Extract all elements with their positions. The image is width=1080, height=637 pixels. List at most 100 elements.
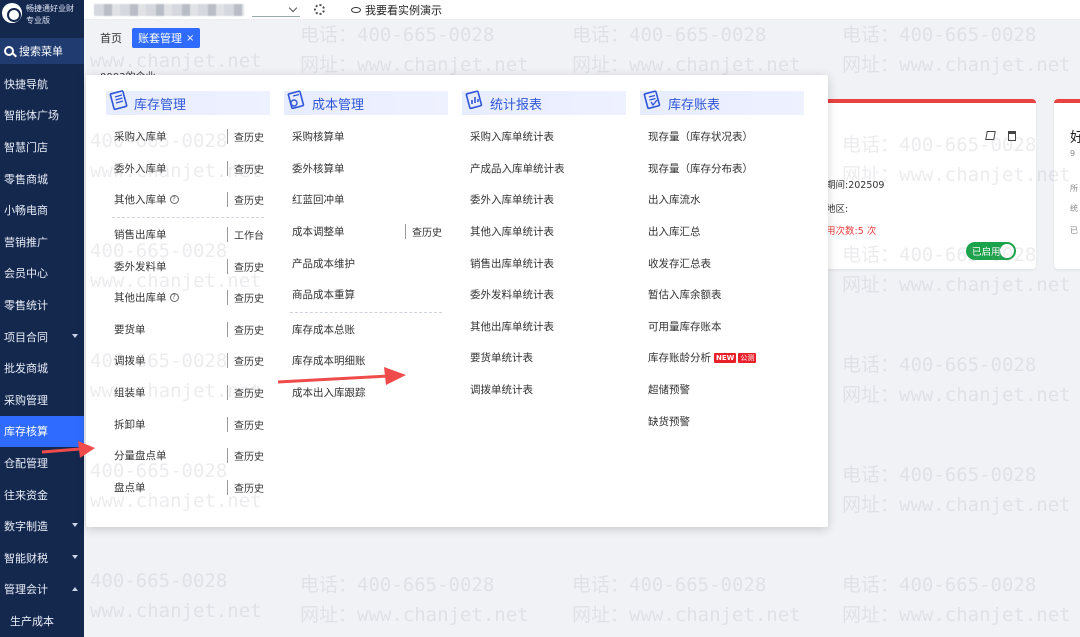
menu-item[interactable]: 现存量（库存状况表） [640, 121, 804, 153]
menu-item[interactable]: 拆卸单 查历史 [106, 408, 270, 440]
menu-item[interactable]: 暂估入库余额表 [640, 279, 804, 311]
menu-col-statistics-reports: 统计报表 采购入库单统计表 产成品入库单统计表 委外入库单统计表 其他入库单统计… [462, 90, 626, 406]
watermark-phone: 电话：400-665-0028 [300, 574, 495, 596]
caret-up-icon [72, 586, 78, 591]
menu-item[interactable]: 超储预警 [640, 374, 804, 406]
menu-item[interactable]: 盘点单 查历史 [106, 472, 270, 504]
sidebar-item-management-accounting[interactable]: 管理会计 [0, 574, 84, 606]
menu-item[interactable]: 委外核算单 [284, 153, 448, 185]
menu-item[interactable]: 红蓝回冲单 [284, 184, 448, 216]
sidebar-item-warehouse[interactable]: 仓配管理 [0, 447, 84, 479]
menu-item[interactable]: 缺货预警 [640, 405, 804, 437]
menu-item[interactable]: 其他入库单统计表 [462, 216, 626, 248]
history-link[interactable]: 查历史 [227, 290, 264, 306]
close-icon[interactable]: × [186, 33, 194, 44]
menu-item[interactable]: 产品成本维护 [284, 247, 448, 279]
menu-item[interactable]: 组装单 查历史 [106, 377, 270, 409]
sidebar-item-digital-manufacturing[interactable]: 数字制造 [0, 510, 84, 542]
sidebar-item-agent-plaza[interactable]: 智能体广场 [0, 100, 84, 132]
sidebar-item-smart-tax[interactable]: 智能财税 [0, 542, 84, 574]
menu-item[interactable]: 现存量（库存分布表） [640, 153, 804, 185]
menu-item[interactable]: 其他入库单? 查历史 [106, 184, 270, 216]
menu-item-label: 其他入库单 [114, 194, 167, 207]
sidebar-item-project-contract[interactable]: 项目合同 [0, 321, 84, 353]
divider [112, 216, 264, 218]
col-header: 统计报表 [462, 90, 626, 115]
history-link[interactable]: 查历史 [405, 224, 442, 240]
history-link[interactable]: 查历史 [227, 258, 264, 274]
sidebar-item-quick-nav[interactable]: 快捷导航 [0, 68, 84, 100]
sidebar-item-inventory-accounting[interactable]: 库存核算 [0, 415, 84, 448]
menu-item[interactable]: 成本调整单 查历史 [284, 216, 448, 248]
menu-item[interactable]: 采购核算单 [284, 121, 448, 153]
history-link[interactable]: 查历史 [227, 321, 264, 337]
history-link[interactable]: 查历史 [227, 416, 264, 432]
menu-item[interactable]: 库存成本明细账 [284, 345, 448, 377]
tab-account-management[interactable]: 账套管理 × [132, 28, 201, 48]
menu-item-label: 库存账龄分析 [648, 352, 711, 365]
menu-item[interactable]: 委外发料单统计表 [462, 279, 626, 311]
menu-item[interactable]: 库存账龄分析 NEW 公测 [640, 342, 804, 374]
history-link[interactable]: 查历史 [227, 385, 264, 401]
account-selector[interactable] [252, 3, 300, 17]
sidebar-item-production-cost[interactable]: 生产成本 [0, 605, 84, 637]
menu-item[interactable]: 库存成本总账 [284, 314, 448, 346]
menu-item[interactable]: 委外入库单统计表 [462, 184, 626, 216]
sidebar-item-label: 智能财税 [4, 551, 48, 565]
menu-item[interactable]: 成本出入库跟踪 [284, 377, 448, 409]
menu-item[interactable]: 可用量库存账本 [640, 311, 804, 343]
account-name-blurred [94, 3, 244, 16]
search-menu-button[interactable]: 搜索菜单 [0, 38, 84, 64]
menu-item[interactable]: 采购入库单 查历史 [106, 121, 270, 153]
sidebar-item-purchase[interactable]: 采购管理 [0, 384, 84, 416]
history-link[interactable]: 查历史 [227, 192, 264, 208]
menu-item[interactable]: 委外入库单 查历史 [106, 153, 270, 185]
sidebar-item-funds[interactable]: 往来资金 [0, 479, 84, 511]
sidebar-item-ecommerce[interactable]: 小畅电商 [0, 194, 84, 226]
history-link[interactable]: 查历史 [227, 129, 264, 145]
help-icon[interactable]: ? [169, 195, 179, 205]
menu-item[interactable]: 销售出库单统计表 [462, 247, 626, 279]
sidebar-item-member-center[interactable]: 会员中心 [0, 258, 84, 290]
enabled-toggle[interactable]: 已启用 [966, 242, 1016, 260]
menu-item[interactable]: 出入库流水 [640, 184, 804, 216]
history-link[interactable]: 查历史 [227, 353, 264, 369]
menu-item[interactable]: 销售出库单 工作台 [106, 219, 270, 251]
menu-item[interactable]: 分量盘点单 查历史 [106, 440, 270, 472]
card2-line3: 统 [1070, 204, 1078, 213]
gear-icon[interactable] [314, 4, 325, 15]
menu-item-label: 采购入库单 [114, 131, 167, 144]
sidebar-item-wholesale-mall[interactable]: 批发商城 [0, 352, 84, 384]
trash-icon[interactable] [1008, 131, 1016, 141]
history-link[interactable]: 查历史 [227, 160, 264, 176]
menu-item-label: 分量盘点单 [114, 450, 167, 463]
workbench-link[interactable]: 工作台 [227, 227, 264, 243]
help-icon[interactable]: ? [169, 293, 179, 303]
menu-item[interactable]: 委外发料单 查历史 [106, 250, 270, 282]
tab-home[interactable]: 首页 [100, 30, 122, 46]
watermark-site: 网址：www.chanjet.net [842, 604, 1071, 626]
menu-item[interactable]: 要货单统计表 [462, 342, 626, 374]
sidebar-item-retail-mall[interactable]: 零售商城 [0, 163, 84, 195]
col-title: 成本管理 [312, 97, 365, 113]
menu-item[interactable]: 收发存汇总表 [640, 247, 804, 279]
sidebar-item-retail-stats[interactable]: 零售统计 [0, 289, 84, 321]
menu-item[interactable]: 其他出库单? 查历史 [106, 282, 270, 314]
history-link[interactable]: 查历史 [227, 448, 264, 464]
menu-item[interactable]: 调拨单 查历史 [106, 345, 270, 377]
edit-icon[interactable] [985, 131, 996, 140]
sidebar-item-smart-store[interactable]: 智慧门店 [0, 131, 84, 163]
col-title: 库存账表 [668, 97, 721, 113]
history-link[interactable]: 查历史 [227, 479, 264, 495]
menu-item-label: 销售出库单 [114, 229, 167, 242]
demo-link[interactable]: 我要看实例演示 [351, 2, 442, 18]
menu-item[interactable]: 其他出库单统计表 [462, 311, 626, 343]
menu-item[interactable]: 采购入库单统计表 [462, 121, 626, 153]
menu-item[interactable]: 要货单 查历史 [106, 314, 270, 346]
menu-item[interactable]: 出入库汇总 [640, 216, 804, 248]
watermark-phone: 电话：400-665-0028 [572, 574, 767, 596]
menu-item[interactable]: 产成品入库单统计表 [462, 153, 626, 185]
menu-item[interactable]: 商品成本重算 [284, 279, 448, 311]
menu-item[interactable]: 调拨单统计表 [462, 374, 626, 406]
sidebar-item-marketing[interactable]: 营销推广 [0, 226, 84, 258]
